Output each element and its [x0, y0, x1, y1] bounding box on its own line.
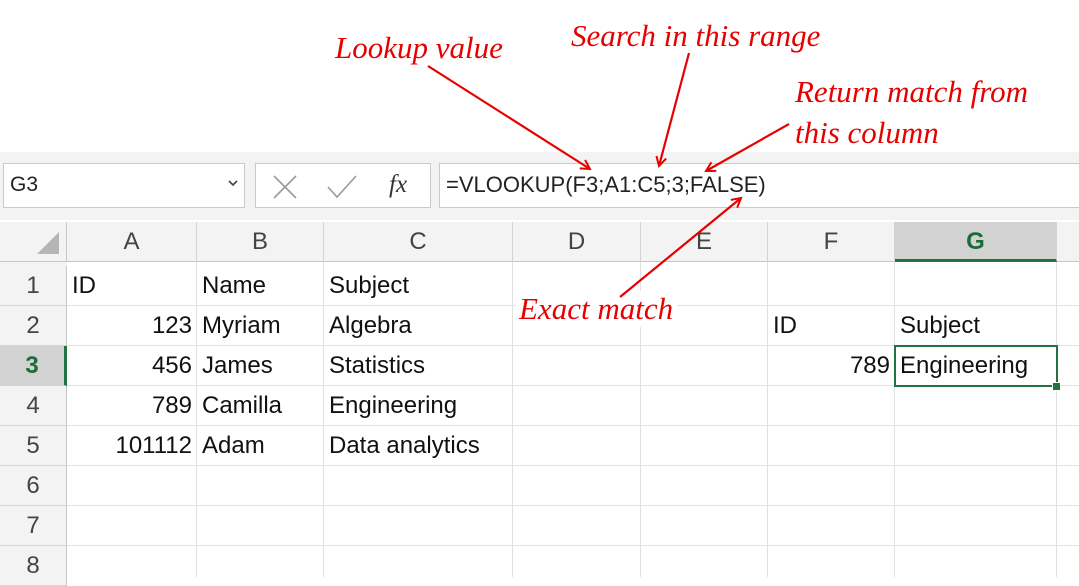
gridline — [67, 505, 1079, 506]
annotation-exact-match: Exact match — [515, 291, 678, 327]
column-header-d[interactable]: D — [513, 222, 641, 262]
column-header-b[interactable]: B — [197, 222, 324, 262]
select-all-triangle-icon — [37, 232, 59, 254]
cell-b4[interactable]: Camilla — [197, 386, 324, 426]
cell-b2[interactable]: Myriam — [197, 306, 324, 346]
cell-b5[interactable]: Adam — [197, 426, 324, 466]
column-header-c[interactable]: C — [324, 222, 513, 262]
gridline — [67, 545, 1079, 546]
spreadsheet-grid: A B C D E F G 1 2 3 4 5 6 7 8 ID Name Su… — [0, 222, 1079, 586]
formula-controls: fx — [255, 163, 431, 208]
close-icon[interactable] — [271, 174, 299, 200]
row-header-3[interactable]: 3 — [0, 346, 67, 386]
formula-input[interactable]: =VLOOKUP(F3;A1:C5;3;FALSE) — [439, 163, 1079, 208]
cell-c4[interactable]: Engineering — [324, 386, 513, 426]
column-header-g[interactable]: G — [895, 222, 1057, 262]
name-box-value: G3 — [10, 173, 39, 196]
cell-a5[interactable]: 101112 — [67, 426, 197, 466]
column-header-f[interactable]: F — [768, 222, 895, 262]
row-header-6[interactable]: 6 — [0, 466, 67, 506]
cell-a1[interactable]: ID — [67, 266, 197, 306]
column-header-a[interactable]: A — [67, 222, 197, 262]
cell-a2[interactable]: 123 — [67, 306, 197, 346]
formula-text: =VLOOKUP(F3;A1:C5;3;FALSE) — [446, 172, 766, 197]
row-header-5[interactable]: 5 — [0, 426, 67, 466]
cell-f2[interactable]: ID — [768, 306, 895, 346]
chevron-down-icon[interactable] — [226, 176, 240, 190]
name-box[interactable]: G3 — [3, 163, 245, 208]
arrow-search-range — [659, 52, 691, 166]
column-header-h[interactable] — [1057, 222, 1079, 262]
row-header-8[interactable]: 8 — [0, 546, 67, 586]
check-icon[interactable] — [326, 174, 358, 200]
cell-c5[interactable]: Data analytics — [324, 426, 513, 466]
cell-b3[interactable]: James — [197, 346, 324, 386]
cell-a4[interactable]: 789 — [67, 386, 197, 426]
select-all-corner[interactable] — [0, 222, 67, 262]
cell-a3[interactable]: 456 — [67, 346, 197, 386]
row-header-1[interactable]: 1 — [0, 266, 67, 306]
cell-g2[interactable]: Subject — [895, 306, 1057, 346]
annotation-return-column-line1: Return match from — [795, 74, 1029, 109]
fill-handle[interactable] — [1052, 382, 1061, 391]
cell-c2[interactable]: Algebra — [324, 306, 513, 346]
row-header-2[interactable]: 2 — [0, 306, 67, 346]
cell-c3[interactable]: Statistics — [324, 346, 513, 386]
column-header-e[interactable]: E — [641, 222, 768, 262]
row-header-gap — [0, 262, 67, 266]
annotation-search-range: Search in this range — [571, 18, 821, 53]
selected-cell-border — [894, 345, 1058, 387]
insert-function-button[interactable]: fx — [389, 171, 407, 199]
cell-b1[interactable]: Name — [197, 266, 324, 306]
annotation-lookup-value: Lookup value — [335, 30, 503, 65]
cell-f3[interactable]: 789 — [768, 346, 895, 386]
row-header-4[interactable]: 4 — [0, 386, 67, 426]
row-header-7[interactable]: 7 — [0, 506, 67, 546]
annotation-return-column-line2: this column — [795, 115, 939, 150]
cell-c1[interactable]: Subject — [324, 266, 513, 306]
